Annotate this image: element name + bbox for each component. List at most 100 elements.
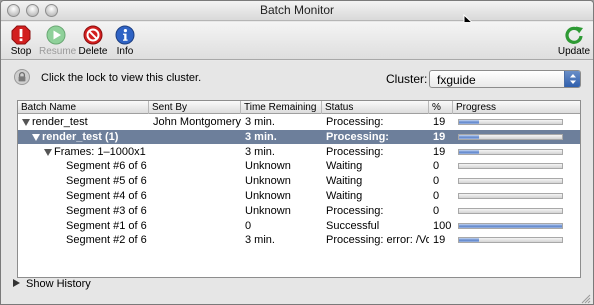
column-header-percent[interactable]: %	[429, 101, 453, 114]
status-cell: Processing:	[326, 145, 384, 158]
time-remaining-cell: 3 min.	[245, 116, 275, 128]
update-button[interactable]: Update	[557, 25, 591, 58]
percent-cell: 19	[433, 116, 446, 128]
window-title: Batch Monitor	[259, 3, 335, 17]
info-icon	[115, 25, 135, 45]
batch-name-cell: Segment #4 of 6	[18, 189, 149, 203]
percent-cell: 100	[433, 219, 452, 232]
progress-bar	[458, 163, 563, 170]
progress-fill	[459, 134, 479, 139]
table-row[interactable]: render_test John Montgomery 3 min. Processi…	[18, 115, 580, 129]
progress-fill	[459, 223, 562, 228]
batch-name-text: Segment #3 of 6	[66, 204, 147, 217]
sent-by-cell	[149, 219, 241, 233]
info-button[interactable]: Info	[108, 25, 142, 58]
table-row[interactable]: Segment #5 of 6 Unknown Waiting 0	[18, 174, 580, 188]
batch-name-text: Segment #2 of 6	[66, 234, 147, 247]
batch-name-text: render_test (1)	[42, 130, 119, 143]
expand-triangle-icon[interactable]	[44, 148, 52, 156]
time-remaining-cell: 0	[245, 219, 252, 232]
batch-name-cell: Segment #1 of 6	[18, 219, 149, 233]
zoom-window-button[interactable]	[45, 4, 58, 17]
time-remaining-cell: 3 min.	[245, 145, 275, 158]
play-icon	[46, 25, 66, 45]
batch-name-cell: render_test (1)	[18, 130, 149, 144]
table-row[interactable]: Segment #1 of 6 0 Successful 100	[18, 219, 580, 233]
time-remaining-cell: Unknown	[245, 204, 291, 217]
column-header-sent-by[interactable]: Sent By	[149, 101, 241, 114]
percent-cell: 0	[433, 175, 440, 188]
close-window-button[interactable]	[7, 4, 20, 17]
show-history-label: Show History	[26, 278, 91, 290]
progress-fill	[459, 238, 479, 243]
progress-bar	[458, 222, 563, 229]
table-row[interactable]: Frames: 1–1000x1 3 min. Processing: 19	[18, 145, 580, 159]
resume-button[interactable]: Resume	[39, 25, 77, 58]
lock-icon[interactable]	[14, 69, 30, 85]
cluster-label: Cluster:	[386, 72, 428, 86]
column-header-status[interactable]: Status	[322, 101, 429, 114]
title-bar[interactable]: Batch Monitor	[1, 1, 593, 30]
expand-triangle-icon[interactable]	[22, 119, 30, 126]
status-cell: Waiting	[326, 175, 363, 188]
progress-bar	[458, 133, 563, 140]
sent-by-cell	[149, 159, 241, 173]
batch-name-text: Frames: 1–1000x1	[54, 145, 146, 158]
column-header-progress[interactable]: Progress	[453, 101, 582, 114]
no-entry-icon	[83, 25, 103, 45]
percent-cell: 19	[433, 130, 446, 143]
resume-label: Resume	[39, 46, 77, 57]
table-row[interactable]: Segment #3 of 6 Unknown Processing: 0	[18, 204, 580, 218]
table-row[interactable]: render_test (1) 3 min. Processing: 19	[18, 129, 580, 144]
expand-triangle-icon[interactable]	[32, 133, 40, 141]
minimize-window-button[interactable]	[26, 4, 39, 17]
cluster-popup[interactable]: fxguide	[429, 70, 581, 88]
popup-arrows-icon	[564, 71, 580, 87]
progress-bar	[458, 178, 563, 185]
progress-fill	[459, 149, 479, 154]
table-row[interactable]: Segment #6 of 6 Unknown Waiting 0	[18, 159, 580, 173]
batch-name-cell: Frames: 1–1000x1	[18, 145, 149, 159]
batch-name-cell: Segment #6 of 6	[18, 159, 149, 173]
status-cell: Waiting	[326, 190, 363, 202]
status-cell: Processing:	[326, 130, 389, 143]
info-label: Info	[116, 46, 134, 57]
table-row[interactable]: Segment #4 of 6 Unknown Waiting 0	[18, 189, 580, 203]
status-cell: Successful	[326, 219, 380, 232]
sent-by-cell	[149, 145, 241, 159]
batch-name-text: render_test	[32, 116, 88, 128]
percent-cell: 19	[433, 234, 446, 247]
batch-name-text: Segment #1 of 6	[66, 219, 147, 232]
percent-cell: 0	[433, 204, 440, 217]
delete-label: Delete	[78, 46, 108, 57]
column-header-time-remaining[interactable]: Time Remaining	[241, 101, 322, 114]
sent-by-cell	[149, 189, 241, 203]
status-cell: Processing: error: /Volu	[326, 234, 429, 247]
batch-name-text: Segment #5 of 6	[66, 175, 147, 188]
batch-name-cell: render_test	[18, 115, 149, 129]
resize-grip-icon[interactable]	[579, 292, 591, 304]
sent-by-cell	[149, 233, 241, 247]
time-remaining-cell: 3 min.	[245, 234, 275, 247]
percent-cell: 0	[433, 190, 440, 202]
batch-name-text: Segment #4 of 6	[66, 190, 147, 202]
time-remaining-cell: Unknown	[245, 190, 291, 202]
stop-icon	[11, 25, 31, 45]
sent-by-cell	[149, 174, 241, 188]
show-history-disclosure[interactable]: Show History	[13, 278, 91, 290]
status-cell: Processing:	[326, 116, 384, 128]
percent-cell: 0	[433, 160, 440, 173]
refresh-icon	[565, 26, 583, 44]
update-label: Update	[557, 46, 591, 57]
column-header-batch-name[interactable]: Batch Name	[18, 101, 149, 114]
delete-button[interactable]: Delete	[76, 25, 110, 58]
progress-bar	[458, 119, 563, 125]
batch-monitor-window: Batch Monitor Stop Resume Delete Info Up…	[0, 0, 594, 305]
table-row[interactable]: Segment #2 of 6 3 min. Processing: error: …	[18, 233, 580, 247]
progress-bar	[458, 237, 563, 244]
time-remaining-cell: Unknown	[245, 160, 291, 173]
disclosure-triangle-icon	[13, 279, 20, 287]
percent-cell: 19	[433, 145, 446, 158]
cluster-selected-value: fxguide	[437, 73, 476, 87]
stop-button[interactable]: Stop	[4, 25, 38, 58]
